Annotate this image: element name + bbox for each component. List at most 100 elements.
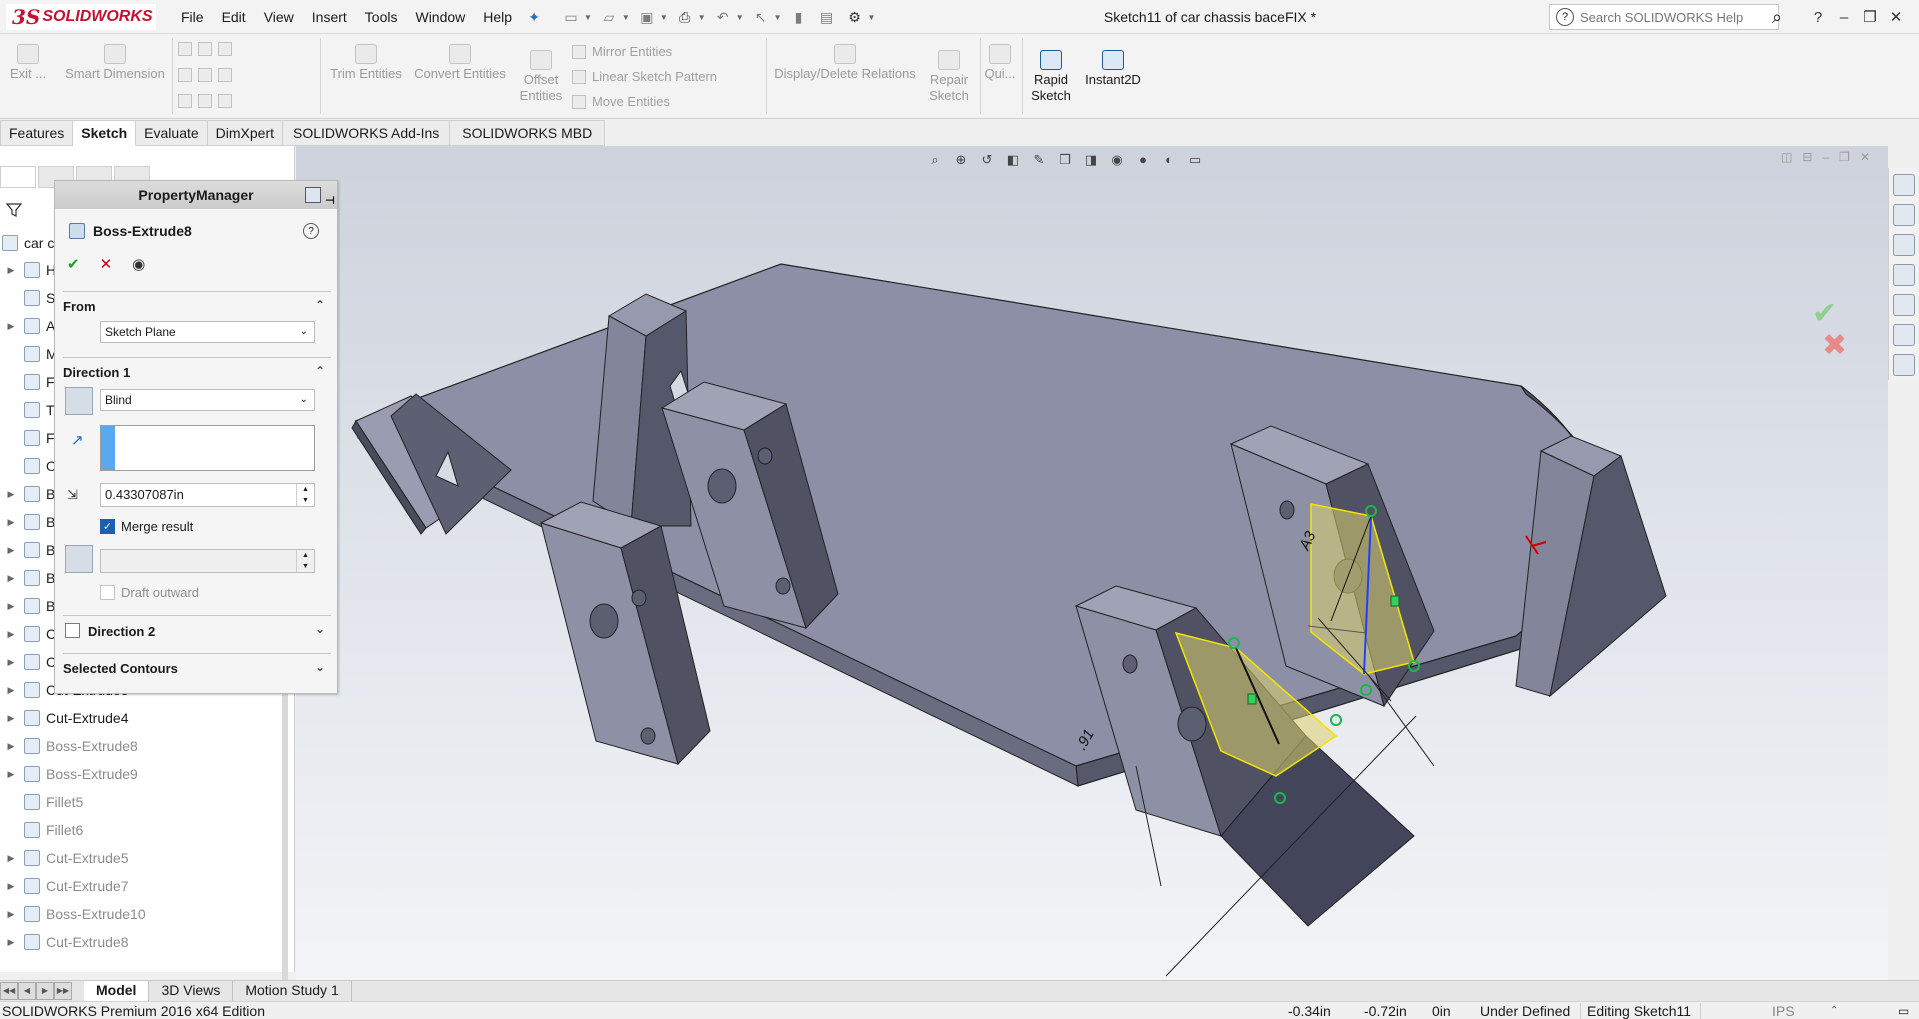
direction2-checkbox[interactable] — [65, 623, 80, 638]
repair-sketch-button[interactable]: Repair Sketch — [926, 50, 972, 104]
from-section-header[interactable]: From ⌃ — [63, 291, 331, 314]
search-magnifier-icon[interactable]: ⌕ — [1752, 4, 1802, 30]
filter-icon[interactable] — [6, 202, 22, 218]
open-folder-icon[interactable]: ▱ — [598, 7, 620, 27]
direction1-section-header[interactable]: Direction 1 ⌃ — [63, 357, 331, 380]
menu-insert[interactable]: Insert — [303, 0, 356, 34]
save-dropdown-icon[interactable]: ▼ — [660, 13, 668, 22]
depth-spinner[interactable]: ▲ ▼ — [296, 484, 314, 506]
merge-result-check-icon[interactable]: ✓ — [100, 519, 115, 534]
expand-arrow-icon[interactable]: ▶ — [4, 321, 18, 332]
pin-menu-icon[interactable]: ✦ — [521, 9, 547, 26]
quick-snaps-button[interactable]: Qui... — [982, 44, 1018, 82]
save-icon[interactable]: ▣ — [636, 7, 658, 27]
custom-properties-icon[interactable] — [1893, 324, 1915, 346]
tab-solidworks-addins[interactable]: SOLIDWORKS Add-Ins — [283, 120, 451, 146]
rapid-sketch-button[interactable]: Rapid Sketch — [1026, 50, 1076, 104]
expand-arrow-icon[interactable]: ▶ — [4, 517, 18, 528]
status-message-icon[interactable]: ▭ — [1898, 1002, 1909, 1019]
cancel-x-icon[interactable]: ✕ — [100, 255, 113, 273]
print-dropdown-icon[interactable]: ▼ — [698, 13, 706, 22]
expand-arrow-icon[interactable]: ▶ — [4, 265, 18, 276]
pushpin-icon[interactable]: ⊣ — [325, 187, 335, 215]
restore-window-icon[interactable]: ❐ — [1857, 8, 1883, 26]
rectangle-tool-row[interactable] — [178, 68, 232, 82]
tab-evaluate[interactable]: Evaluate — [136, 120, 208, 146]
prev-tab-icon[interactable]: ◀ — [18, 982, 36, 1000]
tab-sketch[interactable]: Sketch — [73, 120, 137, 146]
new-document-icon[interactable]: ▭ — [560, 7, 582, 27]
feature-manager-tab[interactable] — [0, 166, 36, 188]
menu-window[interactable]: Window — [406, 0, 474, 34]
expand-arrow-icon[interactable]: ▶ — [4, 881, 18, 892]
model-3d-view[interactable]: A3 .91 — [296, 146, 1888, 980]
expand-arrow-icon[interactable]: ▶ — [4, 909, 18, 920]
depth-input[interactable]: 0.43307087in ▲ ▼ — [100, 483, 315, 507]
help-icon[interactable]: ? — [303, 223, 319, 239]
tree-item-fillet6[interactable]: Fillet6 — [0, 819, 285, 841]
tab-solidworks-mbd[interactable]: SOLIDWORKS MBD — [450, 120, 606, 146]
expand-arrow-icon[interactable]: ▶ — [4, 657, 18, 668]
merge-result-checkbox[interactable]: ✓ Merge result — [100, 519, 193, 534]
tab-3d-views[interactable]: 3D Views — [149, 981, 234, 1001]
slot-tool-row[interactable] — [178, 94, 232, 108]
first-tab-icon[interactable]: ◀◀ — [0, 982, 18, 1000]
menu-help[interactable]: Help — [474, 0, 521, 34]
smart-dimension-button[interactable]: Smart Dimension — [60, 44, 170, 82]
draft-outward-check-icon[interactable] — [100, 585, 115, 600]
selected-contours-section-header[interactable]: Selected Contours ⌄ — [63, 653, 331, 676]
last-tab-icon[interactable]: ▶▶ — [54, 982, 72, 1000]
new-dropdown-icon[interactable]: ▼ — [584, 13, 592, 22]
select-pointer-icon[interactable]: ↖ — [750, 7, 772, 27]
tree-item-boss-extrude10[interactable]: ▶ Boss-Extrude10 — [0, 903, 285, 925]
expand-arrow-icon[interactable]: ▶ — [4, 545, 18, 556]
solidworks-logo[interactable]: 3S SOLIDWORKS — [6, 4, 156, 30]
offset-entities-button[interactable]: Offset Entities — [516, 50, 566, 104]
instant2d-button[interactable]: Instant2D — [1082, 50, 1144, 88]
search-box[interactable]: ? Search SOLIDWORKS Help — [1549, 4, 1779, 30]
reverse-direction-button[interactable] — [65, 387, 93, 415]
file-properties-icon[interactable]: ▤ — [816, 7, 838, 27]
expand-arrow-icon[interactable]: ▶ — [4, 713, 18, 724]
minimize-window-icon[interactable]: – — [1831, 9, 1857, 26]
draft-angle-input[interactable]: ▲ ▼ — [100, 549, 315, 573]
solidworks-resources-icon[interactable] — [1893, 174, 1915, 196]
unit-dropdown-icon[interactable]: ⌃ — [1830, 1002, 1838, 1019]
menu-tools[interactable]: Tools — [356, 0, 407, 34]
collapse-up-icon[interactable]: ⌃ — [315, 364, 325, 378]
detailed-preview-icon[interactable] — [305, 187, 321, 203]
search-input[interactable]: Search SOLIDWORKS Help — [1580, 10, 1778, 25]
expand-arrow-icon[interactable]: ▶ — [4, 741, 18, 752]
draft-outward-checkbox[interactable]: Draft outward — [100, 585, 199, 600]
tab-dimxpert[interactable]: DimXpert — [207, 120, 284, 146]
direction-of-extrusion-box[interactable] — [100, 425, 315, 471]
exit-sketch-button[interactable]: Exit ... — [8, 44, 48, 82]
draft-on-off-button[interactable] — [65, 545, 93, 573]
close-window-icon[interactable]: ✕ — [1883, 8, 1909, 26]
expand-arrow-icon[interactable]: ▶ — [4, 601, 18, 612]
menu-edit[interactable]: Edit — [213, 0, 255, 34]
display-delete-relations-button[interactable]: Display/Delete Relations — [770, 44, 920, 82]
expand-arrow-icon[interactable]: ▶ — [4, 489, 18, 500]
open-dropdown-icon[interactable]: ▼ — [622, 13, 630, 22]
trim-entities-button[interactable]: Trim Entities — [326, 44, 406, 82]
chevron-down-icon[interactable]: ⌄ — [315, 660, 325, 674]
move-entities-button[interactable]: Move Entities — [572, 94, 670, 109]
convert-entities-button[interactable]: Convert Entities — [410, 44, 510, 82]
from-select[interactable]: Sketch Plane ⌄ — [100, 321, 315, 343]
end-condition-select[interactable]: Blind ⌄ — [100, 389, 315, 411]
options-gear-icon[interactable]: ⚙ — [844, 7, 866, 27]
expand-arrow-icon[interactable]: ▶ — [4, 853, 18, 864]
file-explorer-icon[interactable] — [1893, 234, 1915, 256]
tree-item-cut-extrude4[interactable]: ▶ Cut-Extrude4 — [0, 707, 285, 729]
tree-item-cut-extrude7[interactable]: ▶ Cut-Extrude7 — [0, 875, 285, 897]
mirror-entities-button[interactable]: Mirror Entities — [572, 44, 672, 59]
help-menu-icon[interactable]: ? — [1805, 9, 1831, 26]
linear-sketch-pattern-button[interactable]: Linear Sketch Pattern — [572, 69, 717, 84]
undo-icon[interactable]: ↶ — [712, 7, 734, 27]
view-palette-icon[interactable] — [1893, 264, 1915, 286]
collapse-up-icon[interactable]: ⌃ — [315, 298, 325, 312]
expand-arrow-icon[interactable]: ▶ — [4, 769, 18, 780]
expand-arrow-icon[interactable]: ▶ — [4, 573, 18, 584]
confirm-cancel-icon[interactable]: ✖ — [1822, 328, 1847, 363]
